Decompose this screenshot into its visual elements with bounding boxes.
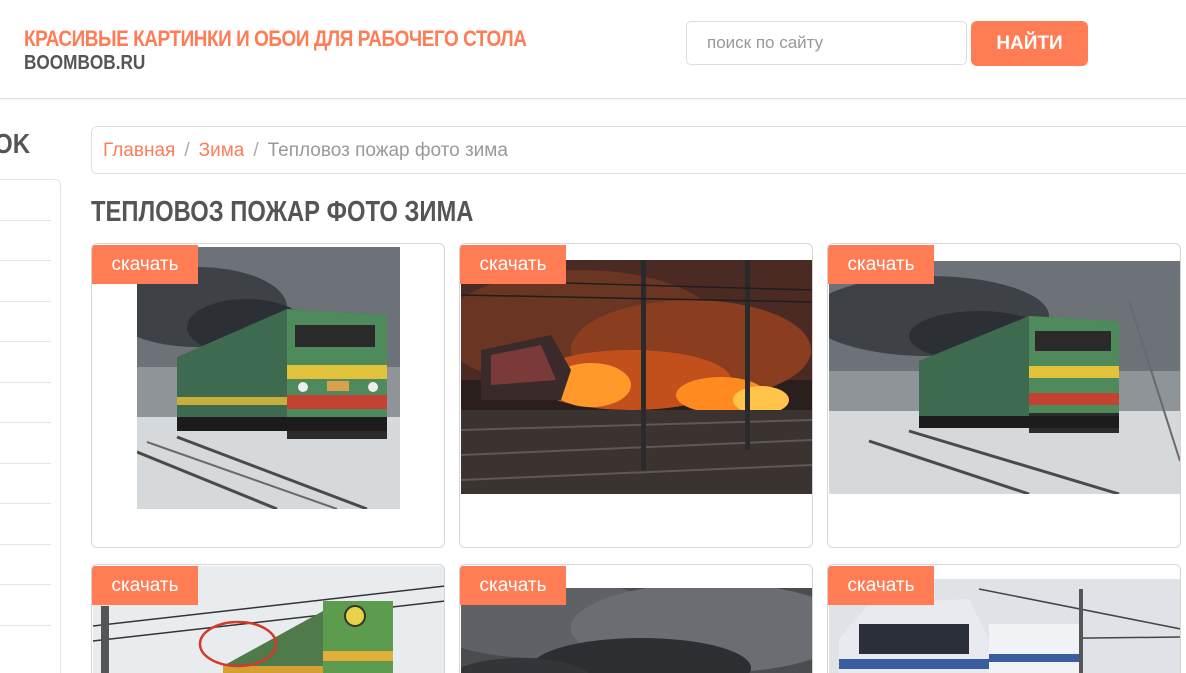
- sidebar-item[interactable]: [0, 544, 51, 545]
- page-title: ТЕПЛОВОЗ ПОЖАР ФОТО ЗИМА: [91, 196, 474, 228]
- sidebar-item[interactable]: [0, 463, 51, 464]
- sidebar-item[interactable]: [0, 341, 51, 342]
- sidebar-item[interactable]: [0, 625, 51, 626]
- wallpaper-image[interactable]: [137, 247, 400, 509]
- search-button[interactable]: НАЙТИ: [971, 21, 1088, 66]
- breadcrumb: Главная / Зима / Тепловоз пожар фото зима: [91, 126, 1186, 174]
- sidebar-item[interactable]: [0, 503, 51, 504]
- sidebar-heading: OK: [0, 128, 31, 159]
- download-button[interactable]: скачать: [460, 245, 566, 284]
- sidebar-item[interactable]: [0, 382, 51, 383]
- image-card: скачать: [827, 564, 1181, 673]
- site-header: КРАСИВЫЕ КАРТИНКИ И ОБОИ ДЛЯ РАБОЧЕГО СТ…: [0, 0, 1186, 99]
- download-button[interactable]: скачать: [460, 566, 566, 605]
- breadcrumb-current: Тепловоз пожар фото зима: [267, 140, 508, 161]
- site-domain[interactable]: BOOMBOB.RU: [24, 52, 145, 75]
- image-card: скачать: [459, 243, 813, 548]
- image-card: скачать: [459, 564, 813, 673]
- image-card: скачать: [827, 243, 1181, 548]
- sidebar-item[interactable]: [0, 422, 51, 423]
- sidebar-item[interactable]: [0, 260, 51, 261]
- download-button[interactable]: скачать: [92, 245, 198, 284]
- download-button[interactable]: скачать: [828, 566, 934, 605]
- wallpaper-image[interactable]: [461, 260, 812, 494]
- breadcrumb-separator: /: [253, 140, 259, 161]
- sidebar-menu: [0, 179, 61, 673]
- site-title[interactable]: КРАСИВЫЕ КАРТИНКИ И ОБОИ ДЛЯ РАБОЧЕГО СТ…: [24, 26, 527, 52]
- breadcrumb-category-link[interactable]: Зима: [199, 140, 245, 161]
- download-button[interactable]: скачать: [828, 245, 934, 284]
- sidebar-item[interactable]: [0, 301, 51, 302]
- wallpaper-image[interactable]: [829, 261, 1180, 494]
- image-card: скачать: [91, 564, 445, 673]
- sidebar-item[interactable]: [0, 220, 51, 221]
- sidebar-item[interactable]: [0, 584, 51, 585]
- breadcrumb-separator: /: [184, 140, 190, 161]
- search-input[interactable]: [686, 21, 967, 65]
- breadcrumb-home-link[interactable]: Главная: [103, 140, 175, 161]
- download-button[interactable]: скачать: [92, 566, 198, 605]
- image-card: скачать: [91, 243, 445, 548]
